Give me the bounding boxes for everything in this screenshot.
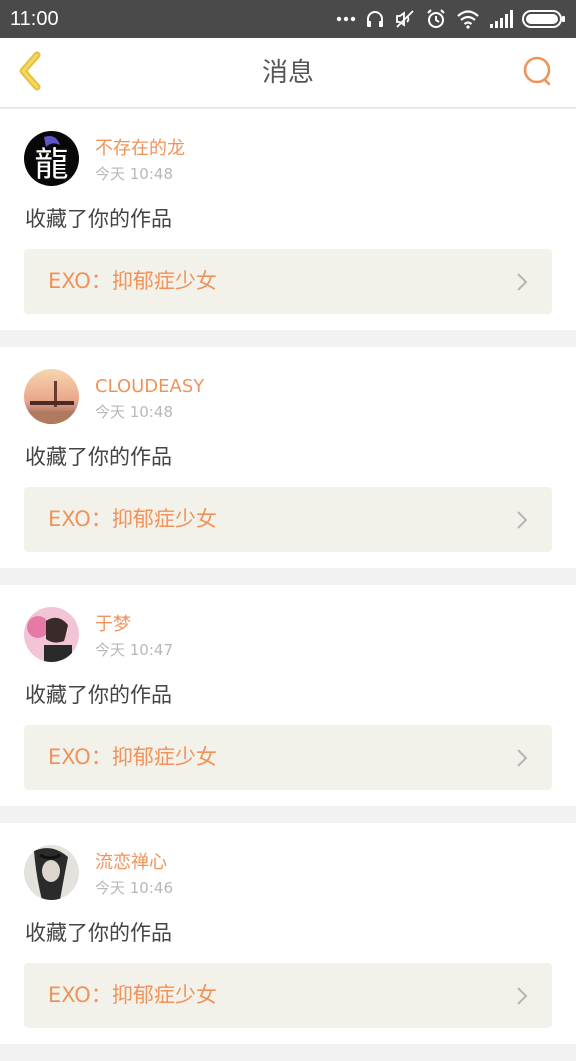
work-link[interactable]: EXO：抑郁症少女 <box>24 725 552 790</box>
avatar[interactable] <box>24 845 79 900</box>
action-text: 收藏了你的作品 <box>25 445 172 469</box>
timestamp: 今天 10:48 <box>95 165 173 183</box>
headphones-icon <box>365 9 385 29</box>
work-title: EXO：抑郁症少女 <box>48 745 217 769</box>
alarm-icon <box>425 8 447 30</box>
avatar[interactable]: 龍 <box>24 131 79 186</box>
action-text: 收藏了你的作品 <box>25 921 172 945</box>
signal-icon <box>489 10 513 28</box>
work-link[interactable]: EXO：抑郁症少女 <box>24 249 552 314</box>
work-link[interactable]: EXO：抑郁症少女 <box>24 963 552 1028</box>
wifi-icon <box>456 9 480 29</box>
svg-text:龍: 龍 <box>35 145 69 185</box>
avatar[interactable] <box>24 607 79 662</box>
timestamp: 今天 10:46 <box>95 879 173 897</box>
back-button[interactable] <box>14 51 48 95</box>
nav-bar: 消息 <box>0 38 576 108</box>
message-item: 龍 不存在的龙 今天 10:48 收藏了你的作品 EXO：抑郁症少女 <box>0 109 576 330</box>
work-title: EXO：抑郁症少女 <box>48 983 217 1007</box>
username[interactable]: 于梦 <box>95 613 131 637</box>
action-text: 收藏了你的作品 <box>25 683 172 707</box>
chevron-right-icon <box>516 748 528 768</box>
work-title: EXO：抑郁症少女 <box>48 507 217 531</box>
username[interactable]: 不存在的龙 <box>95 137 185 161</box>
username[interactable]: 流恋禅心 <box>95 851 167 875</box>
timestamp: 今天 10:47 <box>95 641 173 659</box>
message-item: 于梦 今天 10:47 收藏了你的作品 EXO：抑郁症少女 <box>0 585 576 806</box>
status-bar: 11:00 <box>0 0 576 38</box>
status-time: 11:00 <box>10 8 59 30</box>
username[interactable]: CLOUDEASY <box>95 375 204 399</box>
chevron-left-icon <box>17 51 45 95</box>
work-title: EXO：抑郁症少女 <box>48 269 217 293</box>
page-title: 消息 <box>261 58 314 88</box>
work-link[interactable]: EXO：抑郁症少女 <box>24 487 552 552</box>
more-icon <box>336 16 356 22</box>
message-item: CLOUDEASY 今天 10:48 收藏了你的作品 EXO：抑郁症少女 <box>0 347 576 568</box>
chevron-right-icon <box>516 272 528 292</box>
chevron-right-icon <box>516 510 528 530</box>
battery-icon <box>522 10 566 28</box>
action-text: 收藏了你的作品 <box>25 207 172 231</box>
mute-icon <box>394 8 416 30</box>
chevron-right-icon <box>516 986 528 1006</box>
search-button[interactable] <box>520 55 556 91</box>
message-item: 流恋禅心 今天 10:46 收藏了你的作品 EXO：抑郁症少女 <box>0 823 576 1044</box>
status-icons <box>336 6 566 32</box>
search-icon <box>521 54 555 92</box>
avatar[interactable] <box>24 369 79 424</box>
message-list: 龍 不存在的龙 今天 10:48 收藏了你的作品 EXO：抑郁症少女 CLOUD… <box>0 109 576 1061</box>
timestamp: 今天 10:48 <box>95 403 173 421</box>
